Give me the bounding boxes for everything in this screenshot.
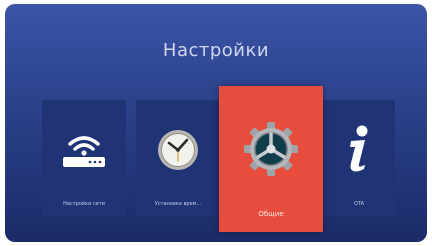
clock-icon [158,130,198,170]
tile-ota[interactable]: OTA [323,100,395,216]
wifi-router-icon [63,136,105,167]
page-title: Настройки [162,40,270,61]
tile-label: Общие [258,210,284,218]
tile-label: Настройки сети [63,201,105,207]
tile-general-selected[interactable]: Общие [219,86,323,232]
gear-icon [244,122,298,176]
info-icon [350,125,368,172]
tile-label: Установка врем... [154,201,202,207]
tile-time-settings[interactable]: Установка врем... [136,100,220,216]
tile-label: OTA [353,201,365,207]
tile-network-settings[interactable]: Настройки сети [42,100,126,216]
settings-screen: Настройки Настройки сети Установка врем.… [5,4,427,242]
